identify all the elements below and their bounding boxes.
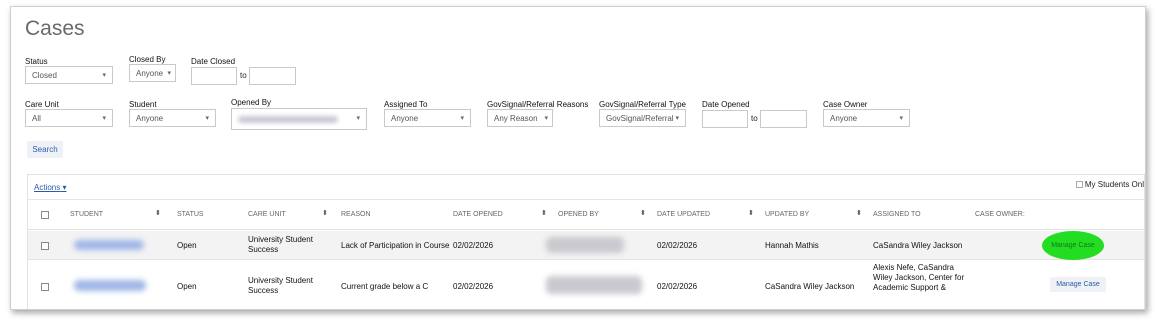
assigned-to-label: Assigned To (384, 100, 428, 109)
col-student[interactable]: STUDENT (70, 211, 103, 218)
table-row: Open University Student Success Lack of … (28, 231, 1144, 260)
govsignal-type-value: GovSignal/Referral (606, 113, 674, 123)
date-opened-from-input[interactable] (702, 110, 748, 128)
col-date-opened[interactable]: DATE OPENED (453, 211, 503, 218)
caret-down-icon: ▾ (205, 115, 209, 122)
row-checkbox[interactable] (41, 283, 49, 291)
caret-down-icon: ▾ (544, 115, 548, 122)
sort-icon[interactable]: ⬍ (155, 209, 161, 217)
caret-down-icon: ▾ (899, 115, 903, 122)
care-unit-cell: University Student Success (248, 235, 313, 254)
sort-icon[interactable]: ⬍ (748, 209, 754, 217)
col-reason[interactable]: REASON (341, 211, 371, 218)
student-select[interactable]: Anyone ▾ (129, 109, 216, 127)
closed-by-label: Closed By (129, 55, 166, 64)
opened-by-select[interactable]: ▾ (231, 108, 367, 130)
case-owner-label: Case Owner (823, 100, 868, 109)
govsignal-reasons-value: Any Reason (494, 113, 538, 123)
caret-down-icon: ▾ (460, 115, 464, 122)
case-owner-value: Anyone (830, 113, 858, 123)
care-unit-select[interactable]: All ▾ (25, 109, 113, 127)
closed-by-select[interactable]: Anyone ▾ (129, 64, 176, 82)
govsignal-reasons-label: GovSignal/Referral Reasons (487, 100, 589, 109)
my-students-label: My Students Onl (1084, 180, 1144, 189)
assigned-to-value: Anyone (391, 113, 419, 123)
care-unit-label: Care Unit (25, 100, 59, 109)
date-updated-cell: 02/02/2026 (657, 241, 698, 250)
col-updated-by[interactable]: UPDATED BY (765, 211, 809, 218)
caret-down-icon: ▾ (102, 115, 106, 122)
updated-by-cell: CaSandra Wiley Jackson (765, 282, 855, 291)
sort-icon[interactable]: ⬍ (541, 209, 547, 217)
col-assigned-to[interactable]: ASSIGNED TO (873, 211, 921, 218)
assigned-to-cell: Alexis Nefe, CaSandra Wiley Jackson, Cen… (873, 263, 965, 292)
student-value: Anyone (136, 113, 164, 123)
sort-icon[interactable]: ⬍ (640, 209, 646, 217)
my-students-filter[interactable]: My Students Onl (1075, 180, 1144, 189)
case-owner-select[interactable]: Anyone ▾ (823, 109, 910, 127)
status-select[interactable]: Closed ▾ (25, 66, 113, 84)
col-status[interactable]: STATUS (177, 211, 204, 218)
date-opened-label: Date Opened (702, 100, 750, 109)
checkbox-icon[interactable] (1075, 181, 1083, 188)
col-care-unit[interactable]: CARE UNIT (248, 211, 286, 218)
govsignal-type-label: GovSignal/Referral Type (599, 100, 687, 109)
date-opened-to-label: to (751, 114, 758, 123)
caret-down-icon: ▾ (356, 115, 360, 122)
grid-toolbar: Actions ▾ My Students Onl (28, 175, 1144, 200)
closed-by-value: Anyone (136, 68, 164, 78)
assigned-to-select[interactable]: Anyone ▾ (384, 109, 471, 127)
date-closed-to-input[interactable] (249, 67, 296, 85)
select-all-checkbox[interactable] (41, 211, 49, 219)
table-row: Open University Student Success Current … (28, 260, 1144, 309)
redacted-opened-by (238, 115, 338, 123)
grid-header: STUDENT ⬍ STATUS CARE UNIT ⬍ REASON DATE… (28, 200, 1144, 230)
status-value: Closed (32, 70, 57, 80)
reason-cell: Current grade below a C (341, 282, 429, 291)
date-opened-cell: 02/02/2026 (453, 282, 494, 291)
date-closed-from-input[interactable] (191, 67, 237, 85)
sort-icon[interactable]: ⬍ (856, 209, 862, 217)
sort-icon[interactable]: ⬍ (322, 209, 328, 217)
care-unit-cell: University Student Success (248, 276, 313, 295)
status-cell: Open (177, 241, 197, 250)
student-label: Student (129, 100, 157, 109)
row-checkbox[interactable] (41, 242, 49, 250)
redacted-opened-by (546, 276, 642, 294)
caret-down-icon: ▾ (167, 70, 171, 77)
date-closed-label: Date Closed (191, 57, 236, 66)
reason-cell: Lack of Participation in Course (341, 241, 450, 250)
manage-case-button[interactable]: Manage Case (1050, 277, 1106, 292)
actions-label: Actions (34, 183, 61, 192)
assigned-to-cell: CaSandra Wiley Jackson (873, 241, 963, 250)
redacted-opened-by (546, 237, 624, 253)
date-opened-cell: 02/02/2026 (453, 241, 494, 250)
cases-panel: Cases Status Closed ▾ Closed By Anyone ▾… (10, 6, 1146, 310)
status-cell: Open (177, 282, 197, 291)
care-unit-value: All (32, 113, 41, 123)
actions-menu[interactable]: Actions ▾ (34, 183, 66, 192)
manage-case-button[interactable]: Manage Case (1042, 231, 1104, 260)
caret-down-icon: ▾ (102, 72, 106, 79)
govsignal-type-select[interactable]: GovSignal/Referral ▾ (599, 109, 686, 127)
caret-down-icon: ▾ (675, 115, 679, 122)
updated-by-cell: Hannah Mathis (765, 241, 819, 250)
govsignal-reasons-select[interactable]: Any Reason ▾ (487, 109, 553, 127)
date-closed-to-label: to (240, 71, 247, 80)
col-date-updated[interactable]: DATE UPDATED (657, 211, 710, 218)
page-title: Cases (25, 17, 85, 40)
redacted-student-link[interactable] (74, 240, 144, 250)
col-case-owner[interactable]: CASE OWNER: (975, 211, 1025, 218)
cases-grid: Actions ▾ My Students Onl STUDENT ⬍ STAT… (27, 174, 1145, 309)
status-label: Status (25, 57, 48, 66)
opened-by-label: Opened By (231, 98, 272, 107)
date-updated-cell: 02/02/2026 (657, 282, 698, 291)
date-opened-to-input[interactable] (760, 110, 807, 128)
search-button[interactable]: Search (27, 141, 63, 158)
redacted-student-link[interactable] (74, 280, 146, 291)
col-opened-by[interactable]: OPENED BY (558, 211, 599, 218)
